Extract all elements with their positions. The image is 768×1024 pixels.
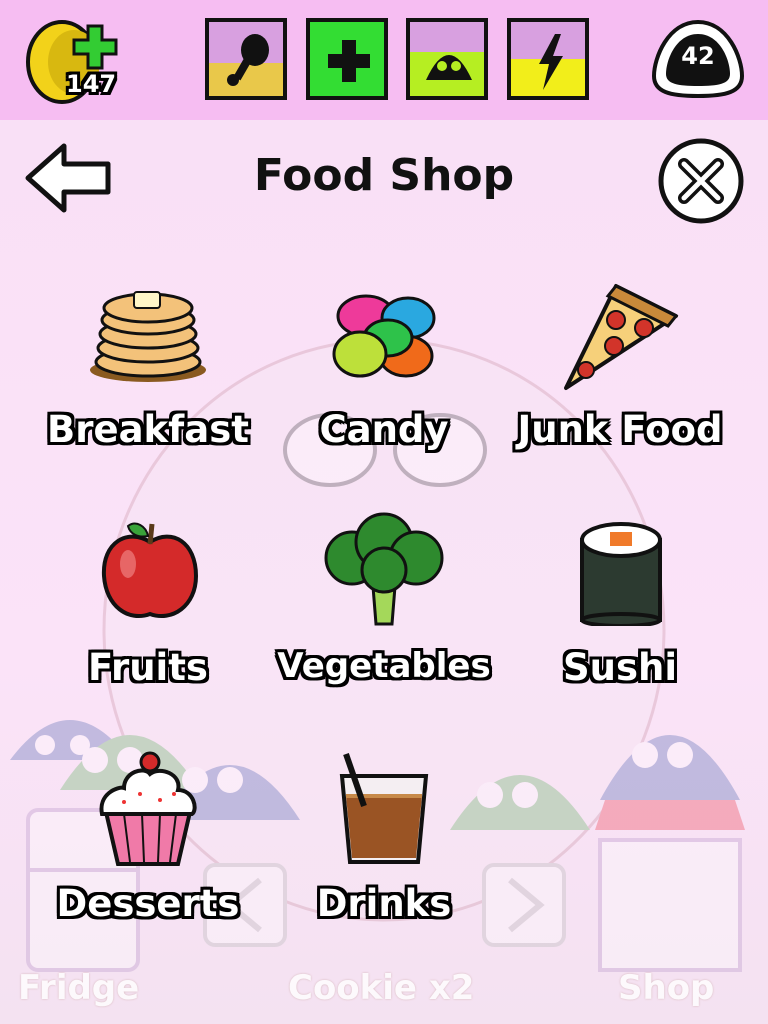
energy-meter[interactable] <box>507 18 589 100</box>
category-sushi[interactable]: Sushi <box>500 518 740 738</box>
level-number: 42 <box>681 42 715 70</box>
drink-glass-icon <box>339 753 429 864</box>
category-breakfast[interactable]: Breakfast <box>28 280 268 500</box>
back-arrow-icon <box>25 143 111 213</box>
category-vegetables[interactable]: Vegetables <box>264 512 504 738</box>
category-candy[interactable]: Candy <box>264 280 504 500</box>
pancakes-icon <box>90 291 206 382</box>
drumstick-icon <box>227 34 269 86</box>
hunger-meter[interactable] <box>205 18 287 100</box>
apple-icon <box>101 522 199 618</box>
level-badge[interactable]: 42 <box>650 18 746 99</box>
broccoli-icon <box>324 512 444 626</box>
category-drinks[interactable]: Drinks <box>264 750 504 970</box>
shop-icon <box>595 800 745 972</box>
jelly-beans-icon <box>332 294 436 378</box>
health-meter[interactable] <box>306 18 388 100</box>
category-desserts[interactable]: Desserts <box>28 750 268 970</box>
lightning-icon <box>539 34 563 90</box>
coins-button[interactable]: 147 <box>22 18 132 108</box>
footer-shop-label: Shop <box>618 968 715 1008</box>
category-label: Candy <box>319 408 449 451</box>
cupcake-icon <box>99 751 197 866</box>
category-fruits[interactable]: Fruits <box>28 518 268 738</box>
fun-meter[interactable] <box>406 18 488 100</box>
happy-face-icon <box>426 55 472 80</box>
category-junk-food[interactable]: Junk Food <box>500 280 740 500</box>
category-label: Fruits <box>88 646 208 689</box>
footer-fridge-label: Fridge <box>18 968 140 1008</box>
footer-cookie-label: Cookie x2 <box>288 968 475 1008</box>
category-label: Desserts <box>56 882 240 925</box>
category-label: Drinks <box>316 882 452 925</box>
category-label: Junk Food <box>517 408 723 451</box>
close-button[interactable] <box>656 136 746 226</box>
category-label: Sushi <box>562 646 678 689</box>
category-label: Vegetables <box>277 646 491 686</box>
category-label: Breakfast <box>47 408 249 451</box>
coin-count: 147 <box>66 70 117 98</box>
health-plus-icon <box>328 40 370 82</box>
page-title: Food Shop <box>253 150 515 201</box>
close-icon <box>658 138 744 224</box>
back-button[interactable] <box>22 140 114 216</box>
pizza-icon <box>564 284 679 390</box>
sushi-icon <box>580 522 662 626</box>
